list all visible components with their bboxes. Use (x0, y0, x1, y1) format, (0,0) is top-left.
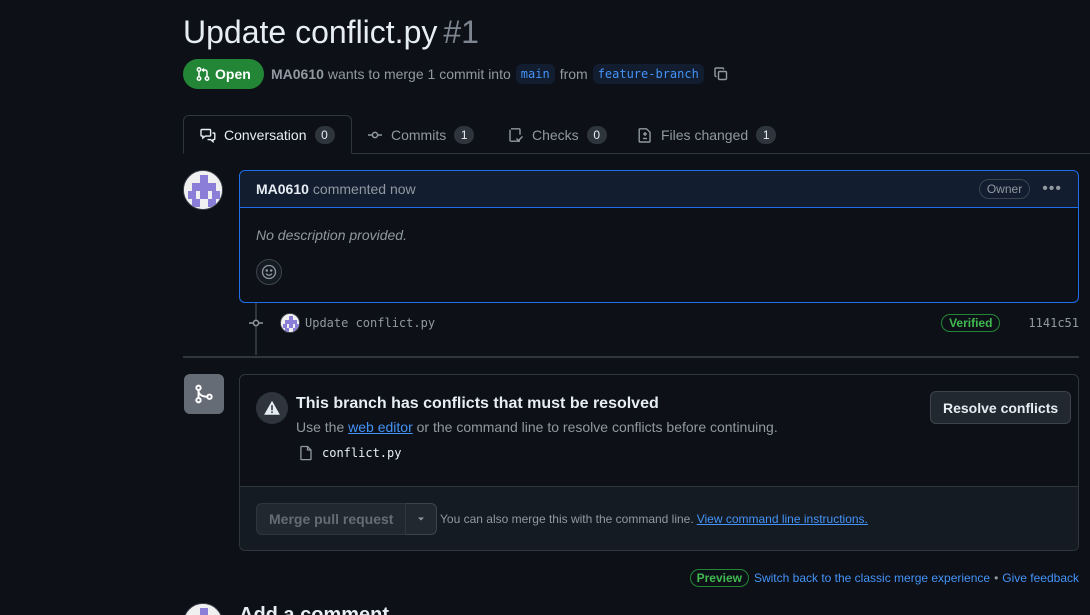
conflict-file: conflict.py (298, 445, 401, 461)
command-line-hint-text: You can also merge this with the command… (440, 512, 694, 526)
tab-counter: 0 (314, 125, 335, 144)
alert-icon (256, 392, 288, 424)
tab-files-changed[interactable]: Files changed 1 (621, 115, 792, 154)
merge-pull-request-button[interactable]: Merge pull request (256, 503, 407, 535)
timeline-commit: Update conflict.py Verified 1141c51 (247, 312, 1079, 334)
pr-state-badge: Open (183, 59, 264, 89)
comment-header: MA0610 commented now Owner ••• (240, 171, 1078, 208)
comment-body: No description provided. (240, 208, 1078, 304)
add-comment-heading: Add a comment (239, 604, 390, 615)
pr-number: #1 (443, 14, 479, 50)
pr-title-text: Update conflict.py (183, 14, 438, 50)
verified-badge[interactable]: Verified (941, 314, 1001, 332)
comment-discussion-icon (200, 128, 216, 143)
switch-classic-link[interactable]: Switch back to the classic merge experie… (754, 571, 990, 585)
command-line-instructions-link[interactable]: View command line instructions. (697, 512, 868, 526)
comment-author[interactable]: MA0610 (256, 181, 309, 197)
current-user-avatar[interactable] (183, 603, 223, 615)
owner-badge: Owner (978, 179, 1031, 199)
timeline-divider (183, 356, 1079, 358)
separator: • (994, 571, 999, 585)
base-branch[interactable]: main (515, 64, 555, 84)
tab-checks[interactable]: Checks 0 (492, 115, 623, 154)
tab-conversation[interactable]: Conversation 0 (183, 115, 352, 154)
triangle-down-icon (418, 517, 425, 521)
tab-label: Checks (532, 126, 579, 143)
commit-author-avatar[interactable] (280, 313, 300, 333)
merge-footer: Merge pull request You can also merge th… (240, 486, 1078, 550)
resolve-conflicts-button[interactable]: Resolve conflicts (930, 391, 1072, 424)
merge-method-dropdown[interactable] (406, 503, 438, 535)
merge-text-2: from (559, 66, 588, 82)
file-diff-icon (638, 127, 651, 143)
pr-meta: MA0610 wants to merge 1 commit into main… (271, 64, 729, 84)
git-pull-request-icon (196, 67, 210, 81)
preview-badge: Preview (689, 569, 749, 587)
tab-commits[interactable]: Commits 1 (351, 115, 490, 154)
add-reaction-button[interactable] (256, 259, 282, 285)
git-commit-icon (247, 315, 265, 331)
checklist-icon (509, 127, 523, 142)
tab-counter: 0 (586, 125, 607, 144)
tab-label: Files changed (661, 126, 749, 143)
command-line-hint: You can also merge this with the command… (440, 512, 868, 526)
comment-time[interactable]: commented now (313, 181, 416, 197)
tab-counter: 1 (756, 125, 777, 144)
pr-author-link[interactable]: MA0610 (271, 66, 324, 82)
web-editor-link[interactable]: web editor (348, 419, 413, 435)
tab-label: Commits (391, 126, 447, 143)
conflict-file-name: conflict.py (322, 446, 402, 460)
merge-experience-feedback: Preview Switch back to the classic merge… (689, 569, 1079, 587)
git-merge-status-icon (184, 374, 224, 414)
commit-sha-link[interactable]: 1141c51 (1028, 316, 1079, 330)
author-avatar[interactable] (183, 170, 223, 210)
pr-description-comment: MA0610 commented now Owner ••• No descri… (239, 170, 1079, 303)
conflict-desc-suffix: or the command line to resolve conflicts… (416, 419, 778, 435)
conflict-title: This branch has conflicts that must be r… (296, 395, 659, 412)
head-branch[interactable]: feature-branch (592, 64, 704, 84)
conflict-desc-prefix: Use the (296, 419, 345, 435)
comment-text: No description provided. (256, 227, 407, 243)
pr-title: Update conflict.py #1 (183, 14, 479, 51)
pr-state-label: Open (215, 66, 251, 82)
copy-icon[interactable] (713, 66, 729, 82)
git-commit-icon (368, 131, 382, 138)
file-icon (300, 445, 312, 461)
merge-text-1: wants to merge 1 commit into (327, 66, 511, 82)
kebab-horizontal-icon[interactable]: ••• (1042, 180, 1062, 198)
tab-counter: 1 (454, 125, 475, 144)
smiley-icon (261, 264, 277, 280)
conflict-description: Use the web editor or the command line t… (296, 419, 778, 435)
merge-button-group: Merge pull request (256, 503, 438, 535)
tab-label: Conversation (224, 126, 307, 143)
give-feedback-link[interactable]: Give feedback (1002, 571, 1079, 585)
commit-message-link[interactable]: Update conflict.py (305, 316, 435, 330)
merge-box: This branch has conflicts that must be r… (239, 374, 1079, 551)
